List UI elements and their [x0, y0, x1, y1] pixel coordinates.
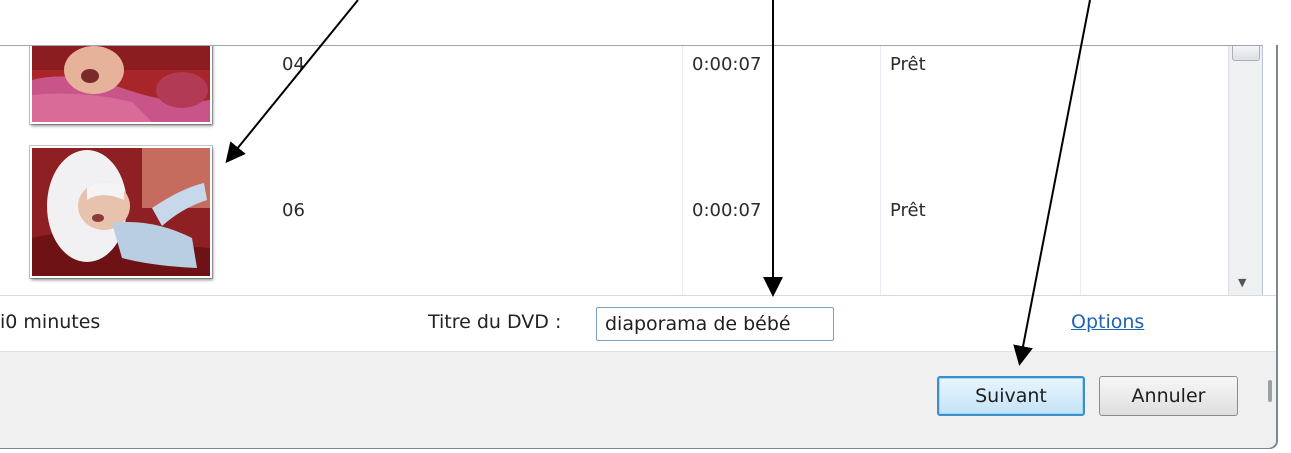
options-link[interactable]: Options	[1071, 311, 1144, 333]
dvd-title-input[interactable]	[596, 307, 834, 341]
crying-baby-photo-icon	[32, 46, 210, 122]
dvd-info-bar: i0 minutes Titre du DVD : Options	[0, 295, 1276, 352]
next-button[interactable]: Suivant	[937, 376, 1085, 416]
dvd-title-label: Titre du DVD :	[428, 311, 562, 333]
item-duration: 0:00:07	[692, 54, 762, 75]
vertical-scrollbar[interactable]: ▼	[1228, 46, 1262, 296]
scrollbar-thumb[interactable]	[1232, 46, 1260, 61]
item-status: Prêt	[890, 54, 926, 75]
cancel-button[interactable]: Annuler	[1099, 376, 1238, 416]
photo-thumbnail[interactable]	[30, 46, 212, 124]
slideshow-item-list[interactable]: 04 0:00:07 Prêt 06 0:00:07 Prêt ▼	[0, 45, 1263, 296]
resize-grip-icon[interactable]	[1268, 380, 1272, 402]
baby-photo-icon	[32, 148, 210, 276]
scroll-down-arrow-icon[interactable]: ▼	[1238, 276, 1246, 289]
item-name: 06	[282, 200, 305, 221]
photo-thumbnail[interactable]	[30, 146, 212, 278]
dvd-maker-window: 04 0:00:07 Prêt 06 0:00:07 Prêt ▼ i0 min…	[0, 45, 1278, 449]
total-duration-text: i0 minutes	[0, 311, 101, 333]
item-name: 04	[282, 54, 305, 75]
list-item[interactable]: 04 0:00:07 Prêt	[0, 46, 1228, 126]
list-item[interactable]: 06 0:00:07 Prêt	[0, 146, 1228, 278]
item-status: Prêt	[890, 200, 926, 221]
item-duration: 0:00:07	[692, 200, 762, 221]
